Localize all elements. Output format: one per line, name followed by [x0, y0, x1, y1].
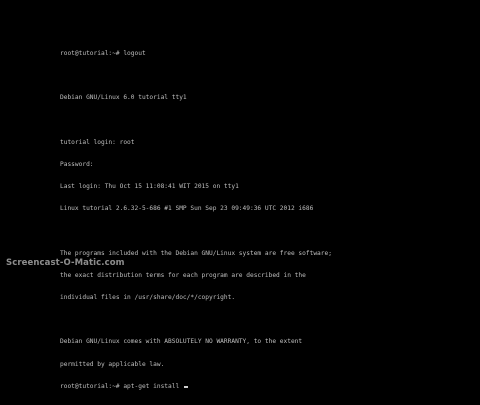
watermark-text: Screencast-O-Matic.com [6, 258, 125, 268]
terminal-output[interactable]: root@tutorial:~# logout Debian GNU/Linux… [60, 35, 390, 405]
command-prompt[interactable]: root@tutorial:~# apt-get install [60, 383, 390, 390]
terminal-line: Last login: Thu Oct 15 11:08:41 WIT 2015… [60, 183, 239, 191]
terminal-line: Debian GNU/Linux 6.0 tutorial tty1 [60, 94, 187, 102]
text-cursor [183, 386, 188, 388]
terminal-line: Linux tutorial 2.6.32-5-686 #1 SMP Sun S… [60, 205, 314, 213]
terminal-line: Password: [60, 160, 94, 168]
terminal-line: root@tutorial:~# logout [60, 49, 146, 57]
terminal-line: Debian GNU/Linux comes with ABSOLUTELY N… [60, 338, 303, 346]
terminal-line: permitted by applicable law. [60, 360, 165, 368]
terminal-line: individual files in /usr/share/doc/*/cop… [60, 294, 236, 302]
console-screen: root@tutorial:~# logout Debian GNU/Linux… [0, 0, 480, 390]
terminal-line: the exact distribution terms for each pr… [60, 271, 306, 279]
terminal-line: tutorial login: root [60, 138, 135, 146]
prompt-text: root@tutorial:~# apt-get install [60, 382, 183, 390]
terminal-line: The programs included with the Debian GN… [60, 249, 332, 257]
